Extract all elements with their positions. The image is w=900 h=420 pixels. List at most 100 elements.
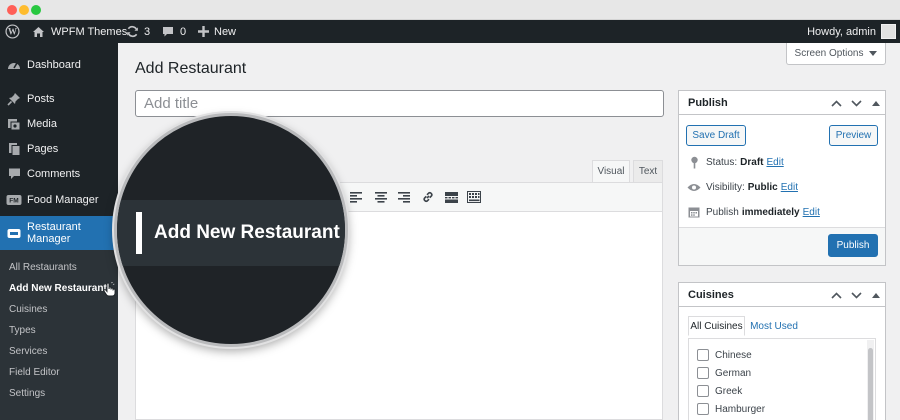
sidebar-item-label: Comments [27, 167, 81, 180]
title-field[interactable] [135, 90, 664, 117]
sidebar-item-label: Posts [27, 92, 55, 105]
sidebar-item-label: Restaurant Manager [27, 221, 81, 245]
visibility-label: Visibility: [706, 181, 745, 193]
status-row: Status: Draft Edit [687, 155, 784, 169]
sidebar-item-comments[interactable]: Comments [0, 161, 118, 186]
tab-most-used[interactable]: Most Used [749, 316, 799, 336]
tab-text[interactable]: Text [633, 160, 663, 182]
status-edit-link[interactable]: Edit [766, 157, 783, 168]
chevron-up-icon[interactable] [829, 96, 843, 110]
click-pointer-icon [102, 281, 116, 300]
calendar-icon [687, 205, 701, 219]
wordpress-logo-icon[interactable]: W [5, 20, 20, 43]
schedule-label: Publish [706, 206, 739, 218]
site-name-link[interactable]: WPFM Themes [32, 20, 127, 43]
publish-box-title: Publish [688, 97, 728, 109]
schedule-row: Publish immediately Edit [687, 205, 820, 219]
new-content-link[interactable]: New [198, 20, 236, 43]
status-label: Status: [706, 156, 738, 168]
my-account-link[interactable]: Howdy, admin [807, 20, 896, 43]
window-maximize-button[interactable] [31, 5, 41, 15]
avatar [881, 24, 896, 39]
sidebar-item-posts[interactable]: Posts [0, 86, 118, 111]
restaurant-icon [6, 225, 22, 241]
admin-bar: W WPFM Themes 3 0 New Howdy, admin [0, 20, 900, 43]
submenu-item-cuisines[interactable]: Cuisines [9, 304, 47, 315]
publish-box-header: Publish [679, 91, 885, 115]
toolbar-toggle-icon[interactable] [466, 189, 482, 205]
checkbox[interactable] [697, 349, 709, 361]
schedule-edit-link[interactable]: Edit [803, 207, 820, 218]
list-item[interactable]: Chinese [697, 349, 752, 361]
submenu-item-settings[interactable]: Settings [9, 388, 45, 399]
list-item[interactable]: German [697, 367, 751, 379]
checkbox[interactable] [697, 403, 709, 415]
screen-options-button[interactable]: Screen Options [786, 43, 886, 65]
sidebar-item-pages[interactable]: Pages [0, 136, 118, 161]
page-title: Add Restaurant [135, 60, 247, 77]
sidebar-item-dashboard[interactable]: Dashboard [0, 52, 118, 77]
pin-icon [6, 91, 22, 107]
screen-options-label: Screen Options [794, 48, 864, 59]
eye-icon [687, 180, 701, 194]
tab-all-cuisines[interactable]: All Cuisines [688, 316, 745, 336]
scrollbar[interactable] [867, 340, 874, 420]
site-name-label: WPFM Themes [51, 25, 128, 38]
home-icon [32, 26, 45, 38]
submenu-item-add-new-restaurant[interactable]: Add New Restaurant [9, 283, 107, 294]
collapse-toggle-icon[interactable] [869, 288, 883, 302]
submenu-item-services[interactable]: Services [9, 346, 47, 357]
sidebar-item-label: Food Manager [27, 193, 99, 206]
pages-icon [6, 141, 22, 157]
preview-button[interactable]: Preview [829, 125, 878, 146]
window-close-button[interactable] [7, 5, 17, 15]
visibility-value: Public [747, 181, 778, 193]
list-item[interactable]: Greek [697, 385, 742, 397]
cuisine-label: German [715, 367, 752, 379]
tab-visual[interactable]: Visual [592, 160, 630, 182]
insert-link-icon[interactable] [420, 189, 436, 205]
list-item[interactable]: Hamburger [697, 403, 765, 415]
sidebar-item-media[interactable]: Media [0, 111, 118, 136]
scrollbar-thumb[interactable] [868, 348, 873, 420]
visibility-edit-link[interactable]: Edit [781, 182, 798, 193]
submenu-item-field-editor[interactable]: Field Editor [9, 367, 60, 378]
align-center-icon[interactable] [373, 189, 389, 205]
magnified-active-indicator [136, 212, 142, 254]
publish-button[interactable]: Publish [828, 234, 878, 257]
svg-text:FM: FM [9, 197, 18, 204]
window-titlebar [0, 0, 900, 20]
title-input[interactable] [136, 91, 663, 116]
sidebar-item-label: Media [27, 117, 57, 130]
sidebar-item-restaurant-manager[interactable]: Restaurant Manager [0, 216, 118, 250]
save-draft-button[interactable]: Save Draft [686, 125, 746, 146]
collapse-toggle-icon[interactable] [869, 96, 883, 110]
align-right-icon[interactable] [396, 189, 412, 205]
checkbox[interactable] [697, 367, 709, 379]
submenu-item-all-restaurants[interactable]: All Restaurants [9, 262, 77, 273]
sidebar-item-label: Dashboard [27, 58, 81, 71]
updates-icon [126, 25, 139, 38]
chevron-down-icon[interactable] [849, 288, 863, 302]
updates-link[interactable]: 3 [126, 20, 150, 43]
pin-icon [687, 155, 701, 169]
submenu-item-types[interactable]: Types [9, 325, 36, 336]
schedule-value: immediately [741, 206, 800, 218]
window-minimize-button[interactable] [19, 5, 29, 15]
admin-sidebar: Dashboard Posts Media Pages Comments FM … [0, 43, 118, 420]
chevron-down-icon[interactable] [849, 96, 863, 110]
magnifier-lens: Add New Restaurant [114, 113, 348, 347]
checkbox[interactable] [697, 385, 709, 397]
align-left-icon[interactable] [348, 189, 364, 205]
chevron-up-icon[interactable] [829, 288, 843, 302]
sidebar-item-label: Pages [27, 142, 59, 155]
sidebar-item-food-manager[interactable]: FM Food Manager [0, 187, 118, 212]
visibility-row: Visibility: Public Edit [687, 180, 798, 194]
greeting-label: Howdy, admin [807, 25, 876, 38]
cuisine-label: Hamburger [715, 403, 766, 415]
read-more-icon[interactable] [443, 189, 459, 205]
food-manager-icon: FM [6, 192, 22, 208]
media-icon [6, 116, 22, 132]
comments-link[interactable]: 0 [162, 20, 186, 43]
cuisines-box: Cuisines All Cuisines Most Used Chinese … [678, 282, 886, 420]
